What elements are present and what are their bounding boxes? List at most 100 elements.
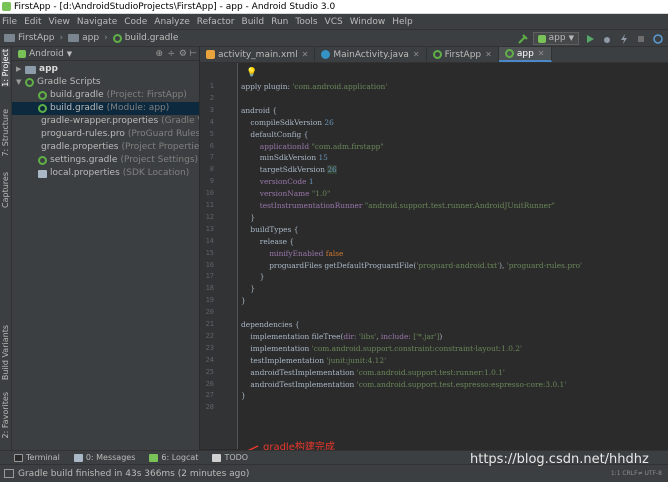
tool-tab-captures[interactable]: Captures: [1, 172, 10, 208]
collapse-icon[interactable]: ÷: [167, 49, 175, 59]
toolbar-right: app ▼: [512, 32, 664, 45]
status-message[interactable]: Gradle build finished in 43s 366ms (2 mi…: [18, 469, 249, 479]
terminal-icon: [14, 453, 23, 462]
project-view-header: Android ▼ ⊕ ÷ ⚙ ⊢: [12, 47, 199, 61]
menu-view[interactable]: View: [49, 17, 70, 27]
breadcrumb-file[interactable]: build.gradle: [112, 33, 178, 43]
apply-changes-icon[interactable]: [618, 33, 630, 45]
close-icon[interactable]: ✕: [485, 50, 492, 59]
sync-icon[interactable]: [652, 33, 664, 45]
code-token: targetSdkVersion: [241, 165, 328, 175]
menu-tools[interactable]: Tools: [295, 17, 317, 27]
breadcrumb-module[interactable]: app: [68, 33, 99, 43]
code-line: androidTestImplementation 'com.android.s…: [241, 380, 566, 389]
tool-tab-project[interactable]: 1: Project: [1, 49, 10, 87]
tree-item-gradle-wrapper-properties[interactable]: gradle-wrapper.properties (Gradle Versi: [12, 115, 199, 128]
menu-vcs[interactable]: VCS: [325, 17, 343, 27]
code-token: ['*.jar']: [413, 331, 440, 341]
code-line: implementation fileTree(dir: 'libs', inc…: [241, 332, 442, 341]
status-position-encoding[interactable]: 1:1 CRLF≠ UTF-8: [611, 470, 662, 477]
code-token: android {: [241, 105, 278, 115]
stop-icon[interactable]: [635, 33, 647, 45]
code-token: false: [325, 248, 344, 258]
code-line: buildTypes {: [241, 225, 298, 234]
line-number: 22: [205, 331, 214, 340]
tool-tab-todo[interactable]: TODO: [212, 453, 248, 462]
menu-window[interactable]: Window: [350, 17, 386, 27]
tool-windows-icon[interactable]: [4, 469, 14, 478]
menu-analyze[interactable]: Analyze: [154, 17, 189, 27]
menu-build[interactable]: Build: [242, 17, 265, 27]
breadcrumb-project[interactable]: FirstApp: [4, 33, 55, 43]
tool-tab-terminal[interactable]: Terminal: [14, 453, 60, 462]
line-number: 27: [205, 391, 214, 400]
project-view-select[interactable]: Android: [29, 49, 64, 59]
code-token: 'proguard-android.txt': [416, 260, 500, 270]
tab-firstapp-gradle[interactable]: FirstApp ✕: [427, 47, 499, 62]
code-line: }: [241, 391, 246, 400]
tree-item-app[interactable]: ▶ app: [12, 63, 199, 76]
make-project-icon[interactable]: [517, 33, 529, 45]
hide-icon[interactable]: ⊢: [189, 49, 197, 59]
tree-item-settings-gradle[interactable]: settings.gradle (Project Settings): [12, 154, 199, 167]
menu-edit[interactable]: Edit: [24, 17, 41, 27]
close-icon[interactable]: ✕: [302, 50, 309, 59]
code-token: implementation: [241, 343, 312, 353]
code-editor[interactable]: 💡 apply plugin: 'com.android.application…: [238, 63, 668, 449]
tree-item-gradle-properties[interactable]: gradle.properties (Project Properties): [12, 141, 199, 154]
tool-tab-build-variants[interactable]: Build Variants: [1, 325, 10, 380]
navigation-bar: FirstApp › app › build.gradle app ▼: [0, 29, 668, 47]
gradle-icon: [112, 33, 122, 43]
debug-icon[interactable]: [601, 33, 613, 45]
menu-refactor[interactable]: Refactor: [197, 17, 235, 27]
logcat-icon: [149, 453, 159, 462]
code-token: apply plugin:: [241, 82, 293, 91]
tool-tab-logcat[interactable]: 6: Logcat: [149, 453, 198, 462]
code-token: ),: [499, 260, 507, 270]
menu-file[interactable]: File: [2, 17, 17, 27]
line-number: 1: [209, 82, 214, 90]
code-token: 'com.android.support.test.espresso:espre…: [356, 379, 567, 389]
tree-item-local-properties[interactable]: local.properties (SDK Location): [12, 167, 199, 180]
code-line: minSdkVersion 15: [241, 153, 328, 162]
close-icon[interactable]: ✕: [413, 50, 420, 59]
line-number: 5: [209, 129, 214, 138]
tool-tab-favorites[interactable]: 2: Favorites: [1, 392, 10, 438]
menu-bar: File Edit View Navigate Code Analyze Ref…: [0, 14, 668, 29]
line-number: 14: [205, 236, 214, 245]
expand-arrow-icon[interactable]: ▶: [16, 63, 25, 76]
lightbulb-icon[interactable]: 💡: [246, 68, 257, 78]
sync-scroll-icon[interactable]: ⊕: [155, 49, 163, 59]
line-number: 18: [205, 284, 214, 293]
tab-activity-main-xml[interactable]: activity_main.xml ✕: [200, 47, 316, 62]
code-token: 15: [318, 153, 328, 163]
line-number: 10: [205, 189, 214, 198]
gear-icon[interactable]: ⚙: [179, 49, 187, 59]
code-token: compileSdkVersion: [241, 117, 325, 127]
run-config-select[interactable]: app ▼: [532, 32, 579, 45]
menu-help[interactable]: Help: [392, 17, 413, 27]
todo-icon: [212, 453, 222, 462]
tree-item-build-gradle-project[interactable]: build.gradle (Project: FirstApp): [12, 89, 199, 102]
menu-code[interactable]: Code: [124, 17, 147, 27]
tree-item-build-gradle-module[interactable]: build.gradle (Module: app): [12, 102, 199, 115]
gradle-icon: [38, 104, 47, 113]
code-token: }: [241, 212, 256, 222]
run-icon[interactable]: [584, 33, 596, 45]
line-number: 12: [205, 212, 214, 221]
menu-navigate[interactable]: Navigate: [77, 17, 117, 27]
line-number: 11: [205, 201, 214, 209]
chevron-down-icon[interactable]: ▼: [67, 50, 72, 58]
tab-app-gradle[interactable]: app ✕: [498, 47, 552, 62]
line-number: 24: [205, 355, 214, 364]
tree-item-proguard-rules[interactable]: proguard-rules.pro (ProGuard Rules for: [12, 128, 199, 141]
code-line: minifyEnabled false: [241, 249, 343, 258]
collapse-arrow-icon[interactable]: ▼: [16, 76, 25, 89]
tool-tab-structure[interactable]: 7: Structure: [1, 109, 10, 157]
close-icon[interactable]: ✕: [538, 49, 545, 58]
tab-mainactivity-java[interactable]: MainActivity.java ✕: [315, 47, 427, 62]
menu-run[interactable]: Run: [271, 17, 288, 27]
module-folder-icon: [25, 65, 36, 74]
tool-tab-messages[interactable]: 0: Messages: [73, 453, 135, 462]
tree-item-gradle-scripts[interactable]: ▼ Gradle Scripts: [12, 76, 199, 89]
